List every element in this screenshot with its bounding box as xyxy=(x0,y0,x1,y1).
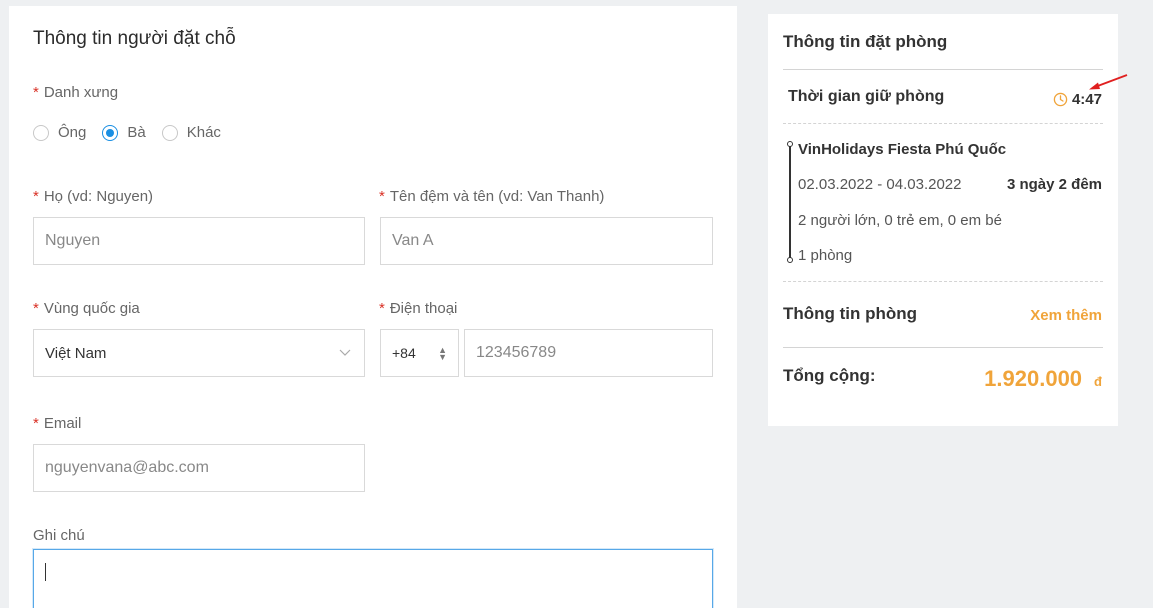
dashed-divider xyxy=(783,281,1103,282)
timeline-end-dot xyxy=(787,257,793,263)
phone-label: * Điện thoại xyxy=(379,300,458,317)
first-name-label: * Tên đệm và tên (vd: Van Thanh) xyxy=(379,188,605,205)
divider xyxy=(783,347,1103,348)
country-label: * Vùng quốc gia xyxy=(33,300,140,317)
room-info-label: Thông tin phòng xyxy=(783,304,918,323)
total-price: 1.920.000 đ xyxy=(984,366,1102,391)
text-cursor xyxy=(45,563,46,581)
divider xyxy=(783,69,1103,70)
timeline-line xyxy=(789,144,791,260)
dashed-divider xyxy=(783,123,1103,124)
note-label: Ghi chú xyxy=(33,527,85,544)
guest-count: 2 người lớn, 0 trẻ em, 0 em bé xyxy=(798,212,1002,229)
chevron-down-icon xyxy=(339,349,351,356)
form-title: Thông tin người đặt chỗ xyxy=(33,28,236,49)
salutation-option-ba[interactable]: Bà xyxy=(102,124,146,141)
timeline-start-dot xyxy=(787,141,793,147)
annotation-arrow-icon xyxy=(1089,74,1128,90)
last-name-label: * Họ (vd: Nguyen) xyxy=(33,188,154,205)
radio-circle[interactable] xyxy=(33,124,49,141)
see-more-link[interactable]: Xem thêm xyxy=(1030,307,1102,324)
salutation-radio-group: Ông Bà Khác xyxy=(33,124,237,141)
email-label: * Email xyxy=(33,415,82,432)
hold-timer: 4:47 xyxy=(1053,91,1102,108)
up-down-icon: ▲ ▼ xyxy=(438,345,447,362)
total-label: Tổng cộng: xyxy=(783,366,876,385)
phone-number-input[interactable]: 123456789 xyxy=(464,329,713,377)
salutation-option-ong[interactable]: Ông xyxy=(33,124,86,141)
salutation-option-khac[interactable]: Khác xyxy=(161,124,221,141)
clock-icon xyxy=(1053,92,1068,107)
contact-form-card: Thông tin người đặt chỗ * Danh xưng Ông B… xyxy=(9,6,737,608)
radio-circle[interactable] xyxy=(161,124,178,141)
radio-circle-selected[interactable] xyxy=(102,124,119,141)
last-name-input[interactable]: Nguyen xyxy=(33,217,365,265)
first-name-input[interactable]: Van A xyxy=(380,217,713,265)
stay-duration: 3 ngày 2 đêm xyxy=(1006,176,1102,193)
country-select[interactable]: Việt Nam xyxy=(33,329,365,377)
hotel-name: VinHolidays Fiesta Phú Quốc xyxy=(798,141,1007,158)
email-input[interactable]: nguyenvana@abc.com xyxy=(33,444,365,492)
salutation-label: * Danh xưng xyxy=(33,84,119,101)
booking-summary-card: Thông tin đặt phòng Thời gian giữ phòng … xyxy=(768,14,1118,426)
phone-code-select[interactable]: +84 ▲ ▼ xyxy=(380,329,459,377)
hold-time-label: Thời gian giữ phòng xyxy=(788,88,945,105)
note-textarea[interactable] xyxy=(33,549,713,608)
summary-title: Thông tin đặt phòng xyxy=(783,32,948,51)
room-count: 1 phòng xyxy=(798,247,853,264)
stay-dates: 02.03.2022 - 04.03.2022 xyxy=(798,176,962,193)
